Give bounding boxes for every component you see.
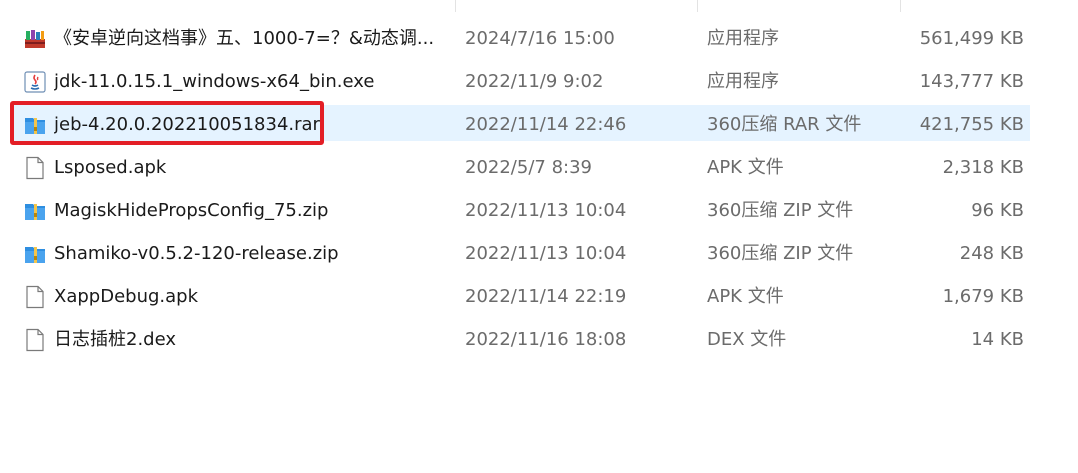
file-row[interactable]: XappDebug.apk 2022/11/14 22:19 APK 文件 1,…: [0, 275, 1078, 318]
archive-icon: [22, 103, 48, 146]
file-date-modified: 2022/11/14 22:46: [465, 114, 627, 135]
archive-icon: [22, 189, 48, 232]
file-name: Lsposed.apk: [54, 157, 167, 178]
file-date-modified: 2022/5/7 8:39: [465, 157, 592, 178]
file-name: jeb-4.20.0.202210051834.rar: [54, 114, 320, 135]
document-icon: [22, 318, 48, 361]
file-name: Shamiko-v0.5.2-120-release.zip: [54, 243, 339, 264]
file-size: 96 KB: [971, 200, 1024, 221]
column-divider[interactable]: [900, 0, 901, 12]
file-name: jdk-11.0.15.1_windows-x64_bin.exe: [54, 71, 375, 92]
file-row-selected[interactable]: jeb-4.20.0.202210051834.rar 2022/11/14 2…: [0, 103, 1078, 146]
file-size: 421,755 KB: [919, 114, 1024, 135]
document-icon: [22, 146, 48, 189]
file-date-modified: 2024/7/16 15:00: [465, 28, 615, 49]
file-row[interactable]: 日志插桩2.dex 2022/11/16 18:08 DEX 文件 14 KB: [0, 318, 1078, 361]
file-row[interactable]: MagiskHidePropsConfig_75.zip 2022/11/13 …: [0, 189, 1078, 232]
archive-icon: [22, 232, 48, 275]
file-row[interactable]: 《安卓逆向这档事》五、1000-7=？&动态调... 2024/7/16 15:…: [0, 17, 1078, 60]
file-size: 14 KB: [971, 329, 1024, 350]
file-size: 143,777 KB: [919, 71, 1024, 92]
file-size: 2,318 KB: [942, 157, 1024, 178]
file-name: XappDebug.apk: [54, 286, 199, 307]
file-date-modified: 2022/11/9 9:02: [465, 71, 604, 92]
file-date-modified: 2022/11/13 10:04: [465, 200, 627, 221]
file-list-view: 《安卓逆向这档事》五、1000-7=？&动态调... 2024/7/16 15:…: [0, 0, 1078, 473]
java-installer-icon: [22, 60, 48, 103]
file-name: 《安卓逆向这档事》五、1000-7=？&动态调...: [54, 28, 435, 49]
file-date-modified: 2022/11/16 18:08: [465, 329, 627, 350]
books-app-icon: [22, 17, 48, 60]
file-size: 561,499 KB: [919, 28, 1024, 49]
file-date-modified: 2022/11/14 22:19: [465, 286, 627, 307]
file-row[interactable]: jdk-11.0.15.1_windows-x64_bin.exe 2022/1…: [0, 60, 1078, 103]
file-rows: 《安卓逆向这档事》五、1000-7=？&动态调... 2024/7/16 15:…: [0, 17, 1078, 361]
file-row[interactable]: Lsposed.apk 2022/5/7 8:39 APK 文件 2,318 K…: [0, 146, 1078, 189]
file-size: 1,679 KB: [942, 286, 1024, 307]
column-divider[interactable]: [455, 0, 456, 12]
file-date-modified: 2022/11/13 10:04: [465, 243, 627, 264]
file-name: MagiskHidePropsConfig_75.zip: [54, 200, 329, 221]
file-row[interactable]: Shamiko-v0.5.2-120-release.zip 2022/11/1…: [0, 232, 1078, 275]
column-divider[interactable]: [697, 0, 698, 12]
file-name: 日志插桩2.dex: [54, 329, 177, 350]
document-icon: [22, 275, 48, 318]
file-size: 248 KB: [959, 243, 1024, 264]
